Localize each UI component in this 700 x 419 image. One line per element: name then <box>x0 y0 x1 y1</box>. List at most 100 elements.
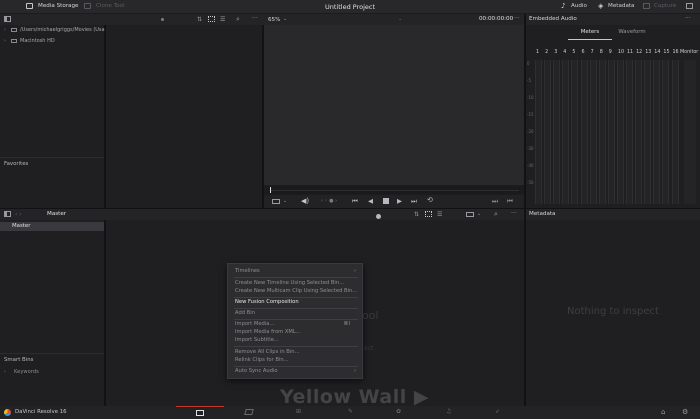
menu-item-add-bin[interactable]: Add Bin <box>228 309 362 318</box>
menu-separator <box>234 346 358 347</box>
stop-icon[interactable] <box>383 198 389 204</box>
gear-icon[interactable]: ⚙ <box>682 408 688 416</box>
menu-item-import-subtitle[interactable]: Import Subtitle... <box>228 336 362 345</box>
tab-waveform[interactable]: Waveform <box>612 27 652 40</box>
sidebar-toggle-icon[interactable] <box>4 211 11 217</box>
storage-list-item[interactable]: › /Users/michaelgriggs/Movies (Usa <box>4 27 105 35</box>
storage-item-label: Macintosh HD <box>20 38 55 44</box>
more-icon[interactable]: ··· <box>514 15 520 22</box>
chevron-down-icon[interactable]: ⌄ <box>477 211 481 217</box>
loop-icon[interactable]: ⟲ <box>427 196 433 204</box>
watermark: Yellow Wall ▶ <box>280 386 429 408</box>
tag-icon: ◈ <box>598 2 604 10</box>
sort-icon[interactable]: ⇅ <box>414 211 419 218</box>
audio-panel-title: Embedded Audio <box>529 16 577 22</box>
tab-meters[interactable]: Meters <box>568 27 612 40</box>
meter-channel-label: 7 <box>590 50 594 55</box>
menu-item-new-fusion-composition[interactable]: New Fusion Composition <box>228 298 362 307</box>
nav-arrows[interactable]: ‹ › <box>15 211 22 218</box>
meter-channel-label: 5 <box>572 50 576 55</box>
page-tab-media[interactable] <box>176 406 224 419</box>
menu-item-timelines[interactable]: Timelines › <box>228 267 362 276</box>
menu-item-auto-sync-audio[interactable]: Auto Sync Audio › <box>228 367 362 376</box>
scrubber-track <box>271 190 519 191</box>
bin-list-panel <box>0 220 104 406</box>
page-tab-cut[interactable] <box>244 409 254 415</box>
meter-column <box>626 60 633 204</box>
clone-tool-icon <box>84 3 91 9</box>
chevron-down-icon[interactable]: ⌄ <box>283 198 287 204</box>
audio-meters: 1 2 3 4 5 6 7 8 9 10 11 12 13 14 15 16 Monitor 0 -5 -10 -15-… <box>526 48 700 208</box>
home-icon[interactable]: ⌂ <box>661 408 665 416</box>
chevron-right-icon: › <box>4 27 6 33</box>
chevron-down-icon: ⌄ <box>283 16 288 22</box>
menu-item-label: Remove All Clips in Bin... <box>235 349 300 355</box>
meter-scale-label: 0 <box>527 61 530 66</box>
mark-out-icon[interactable]: ⏮ <box>507 197 513 206</box>
mark-in-icon[interactable]: ⏭ <box>492 197 498 206</box>
grid-view-icon[interactable] <box>208 16 215 22</box>
page-tab-edit[interactable]: ⊞ <box>296 408 301 415</box>
menu-item-label: Auto Sync Audio <box>235 368 278 374</box>
menu-item-label: Relink Clips for Bin... <box>235 357 289 363</box>
more-icon[interactable]: ··· <box>511 210 517 217</box>
meter-column <box>589 60 597 204</box>
menu-item-label: Add Bin <box>235 310 255 316</box>
monitor-icon[interactable] <box>686 3 693 9</box>
search-icon[interactable]: ⌕ <box>236 15 240 24</box>
jog-control[interactable]: ‹ ◦ ● › <box>321 198 337 204</box>
play-icon[interactable]: ▶ <box>397 197 402 205</box>
smart-bins-label: Smart Bins <box>4 357 34 363</box>
metadata-empty-text: Nothing to inspect <box>567 306 659 317</box>
meter-scale-label: -10 <box>527 95 534 100</box>
page-tab-color[interactable]: ✿ <box>396 408 401 415</box>
viewer-options-icon[interactable] <box>466 212 474 217</box>
meter-column <box>662 60 670 204</box>
sort-icon[interactable]: ⇅ <box>197 16 202 23</box>
meter-column <box>635 60 643 204</box>
monitor-label: Monitor <box>680 50 699 55</box>
sidebar-toggle-icon[interactable] <box>4 16 11 22</box>
more-icon[interactable]: ··· <box>685 15 691 22</box>
divider <box>0 157 104 158</box>
bin-list-item-master[interactable]: Master <box>0 222 104 231</box>
list-view-icon[interactable]: ☰ <box>437 211 442 218</box>
viewer[interactable] <box>264 25 524 185</box>
meter-channel-label: 15 <box>663 50 670 55</box>
page-tab-fusion[interactable]: ✎ <box>348 408 353 415</box>
audio-label: Audio <box>571 3 587 9</box>
chevron-right-icon: › <box>353 268 356 274</box>
thumbnail-size-slider[interactable] <box>376 214 381 219</box>
capture-icon <box>643 3 650 9</box>
menu-item-label: Import Media... <box>235 321 275 327</box>
app-name: DaVinci Resolve 16 <box>15 409 67 415</box>
list-view-icon[interactable]: ☰ <box>220 16 225 23</box>
page-tab-fairlight[interactable]: ♫ <box>446 408 451 415</box>
meter-column <box>580 60 588 204</box>
play-reverse-icon[interactable]: ◀ <box>368 197 373 205</box>
viewer-options-icon[interactable] <box>272 199 280 204</box>
meter-column <box>607 60 615 204</box>
music-note-icon: ♪ <box>561 2 566 10</box>
meter-column <box>562 60 570 204</box>
storage-list-item[interactable]: › Macintosh HD <box>4 38 104 46</box>
go-to-end-icon[interactable]: ⏭ <box>411 197 417 206</box>
chevron-right-icon: › <box>353 368 356 374</box>
meter-channel-label: 6 <box>581 50 585 55</box>
meter-column <box>544 60 552 204</box>
search-icon[interactable]: ⌕ <box>494 210 498 219</box>
volume-icon[interactable]: ◀) <box>301 197 309 205</box>
go-to-start-icon[interactable]: ⏮ <box>352 197 358 206</box>
media-storage-icon <box>26 3 33 9</box>
grid-view-icon[interactable] <box>425 211 432 217</box>
zoom-select[interactable]: 65% ⌄ <box>268 16 287 23</box>
meter-scale-label: -15 <box>527 112 534 117</box>
scrubber-bar[interactable] <box>268 186 520 194</box>
more-icon[interactable]: ··· <box>252 15 258 22</box>
media-page-icon <box>196 410 204 416</box>
menu-item-relink-clips[interactable]: Relink Clips for Bin... <box>228 356 362 365</box>
page-tab-deliver[interactable]: ➶ <box>495 408 500 415</box>
chevron-down-icon[interactable]: ⌄ <box>398 16 402 22</box>
meter-channel-label: 8 <box>599 50 603 55</box>
menu-item-create-multicam[interactable]: Create New Multicam Clip Using Selected … <box>228 287 362 296</box>
